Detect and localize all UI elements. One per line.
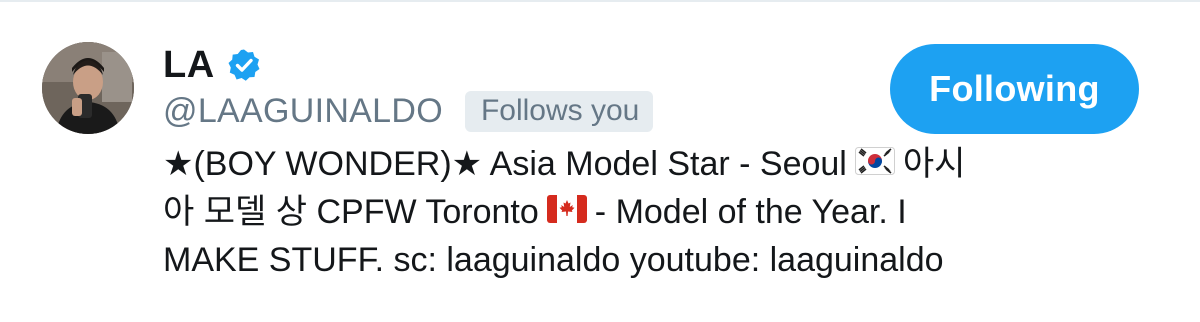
canada-flag-icon — [546, 188, 587, 236]
bio-line-2: 아 모델 상 CPFW Toronto - Model of the Year.… — [163, 188, 1153, 236]
handle-row: @LAAGUINALDO Follows you — [163, 88, 654, 134]
follows-you-badge: Follows you — [464, 90, 654, 132]
bio-text: - Model of the Year. I — [594, 193, 907, 231]
username-handle[interactable]: @LAAGUINALDO — [163, 92, 443, 131]
display-name[interactable]: LA — [163, 44, 215, 87]
name-row: LA — [163, 40, 261, 90]
profile-bio: ★(BOY WONDER)★ Asia Model Star - Seoul 아… — [163, 140, 1153, 284]
following-button[interactable]: Following — [890, 44, 1139, 134]
south-korea-flag-icon — [854, 140, 895, 188]
avatar-image — [42, 42, 134, 134]
bio-text: MAKE STUFF. sc: laaguinaldo youtube: laa… — [163, 241, 944, 279]
verified-badge-icon — [227, 48, 261, 82]
bio-text: ★(BOY WONDER)★ Asia Model Star - Seoul — [163, 145, 847, 183]
top-divider — [0, 0, 1200, 2]
bio-line-1: ★(BOY WONDER)★ Asia Model Star - Seoul 아… — [163, 140, 1153, 188]
bio-text: 아 모델 상 CPFW Toronto — [163, 193, 539, 231]
bio-line-3: MAKE STUFF. sc: laaguinaldo youtube: laa… — [163, 236, 1153, 284]
avatar[interactable] — [42, 42, 134, 134]
bio-text: 아시 — [902, 145, 966, 183]
